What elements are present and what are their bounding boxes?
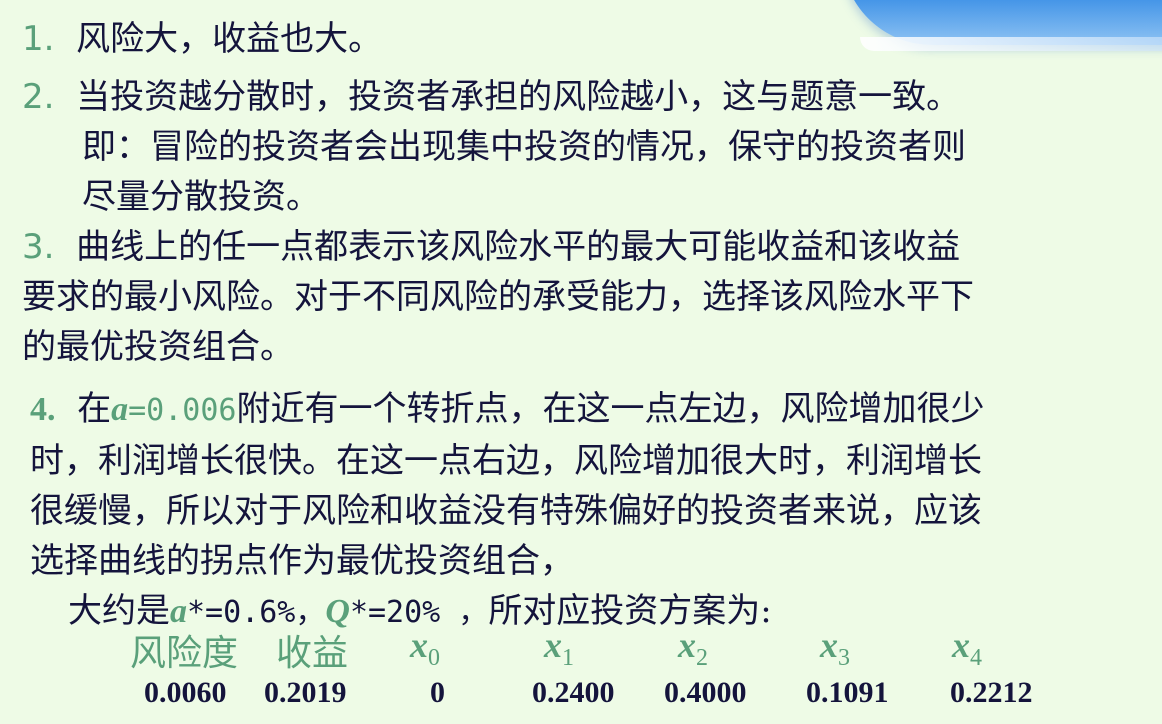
header-x4: x4 [952, 625, 982, 672]
value-x0: 0 [430, 676, 445, 709]
value-return: 0.2019 [264, 676, 347, 709]
item-number-3: 3. [22, 227, 55, 267]
paragraph-4-line-2: 时，利润增长很快。在这一点右边，风险增加很大时，利润增长 [30, 441, 982, 481]
header-risk: 风险度 [130, 633, 239, 674]
paragraph-2-line-2: 即：冒险的投资者会出现集中投资的情况，保守的投资者则 [82, 127, 966, 167]
paragraph-2: 2. 当投资越分散时，投资者承担的风险越小，这与题意一致。 即：冒险的投资者会出… [22, 72, 1162, 222]
header-x1: x1 [544, 625, 574, 672]
value-x2: 0.4000 [664, 676, 747, 709]
paragraph-1-text: 风险大，收益也大。 [76, 19, 383, 59]
value-risk: 0.0060 [144, 676, 227, 709]
value-x4: 0.2212 [950, 676, 1033, 709]
paragraph-2-line-1: 当投资越分散时，投资者承担的风险越小，这与题意一致。 [76, 77, 961, 117]
value-x1: 0.2400 [532, 676, 615, 709]
paragraph-3-line-3: 的最优投资组合。 [22, 327, 294, 367]
header-return: 收益 [276, 633, 349, 674]
a-equals-value: =0.006 [128, 393, 237, 428]
value-x3: 0.1091 [806, 676, 889, 709]
variable-a: a [111, 391, 129, 428]
paragraph-3: 3. 曲线上的任一点都表示该风险水平的最大可能收益和该收益 要求的最小风险。对于… [22, 222, 1142, 372]
paragraph-3-line-2: 要求的最小风险。对于不同风险的承受能力，选择该风险水平下 [22, 277, 974, 317]
paragraph-2-line-3: 尽量分散投资。 [82, 177, 320, 217]
paragraph-4-line-1-rest: 附近有一个转折点，在这一点左边，风险增加很少 [236, 389, 985, 429]
item-number-1: 1. [22, 19, 55, 59]
paragraph-4-line-3: 很缓慢，所以对于风险和收益没有特殊偏好的投资者来说，应该 [30, 491, 982, 531]
header-x0: x0 [410, 625, 440, 672]
paragraph-3-line-1: 曲线上的任一点都表示该风险水平的最大可能收益和该收益 [76, 227, 961, 267]
paragraph-1: 1. 风险大，收益也大。 [22, 14, 1142, 64]
header-x3: x3 [820, 625, 850, 672]
header-x2: x2 [678, 625, 708, 672]
paragraph-4-line-4: 选择曲线的拐点作为最优投资组合， [30, 541, 574, 581]
item-number-2: 2. [22, 77, 55, 117]
item-number-4: 4. [30, 391, 56, 428]
paragraph-4-pre: 在 [77, 389, 112, 429]
approx-suffix: 所对应投资方案为: [488, 591, 772, 631]
paragraph-4: 4. 在a=0.006附近有一个转折点，在这一点左边，风险增加很少 时，利润增长… [30, 384, 1150, 638]
